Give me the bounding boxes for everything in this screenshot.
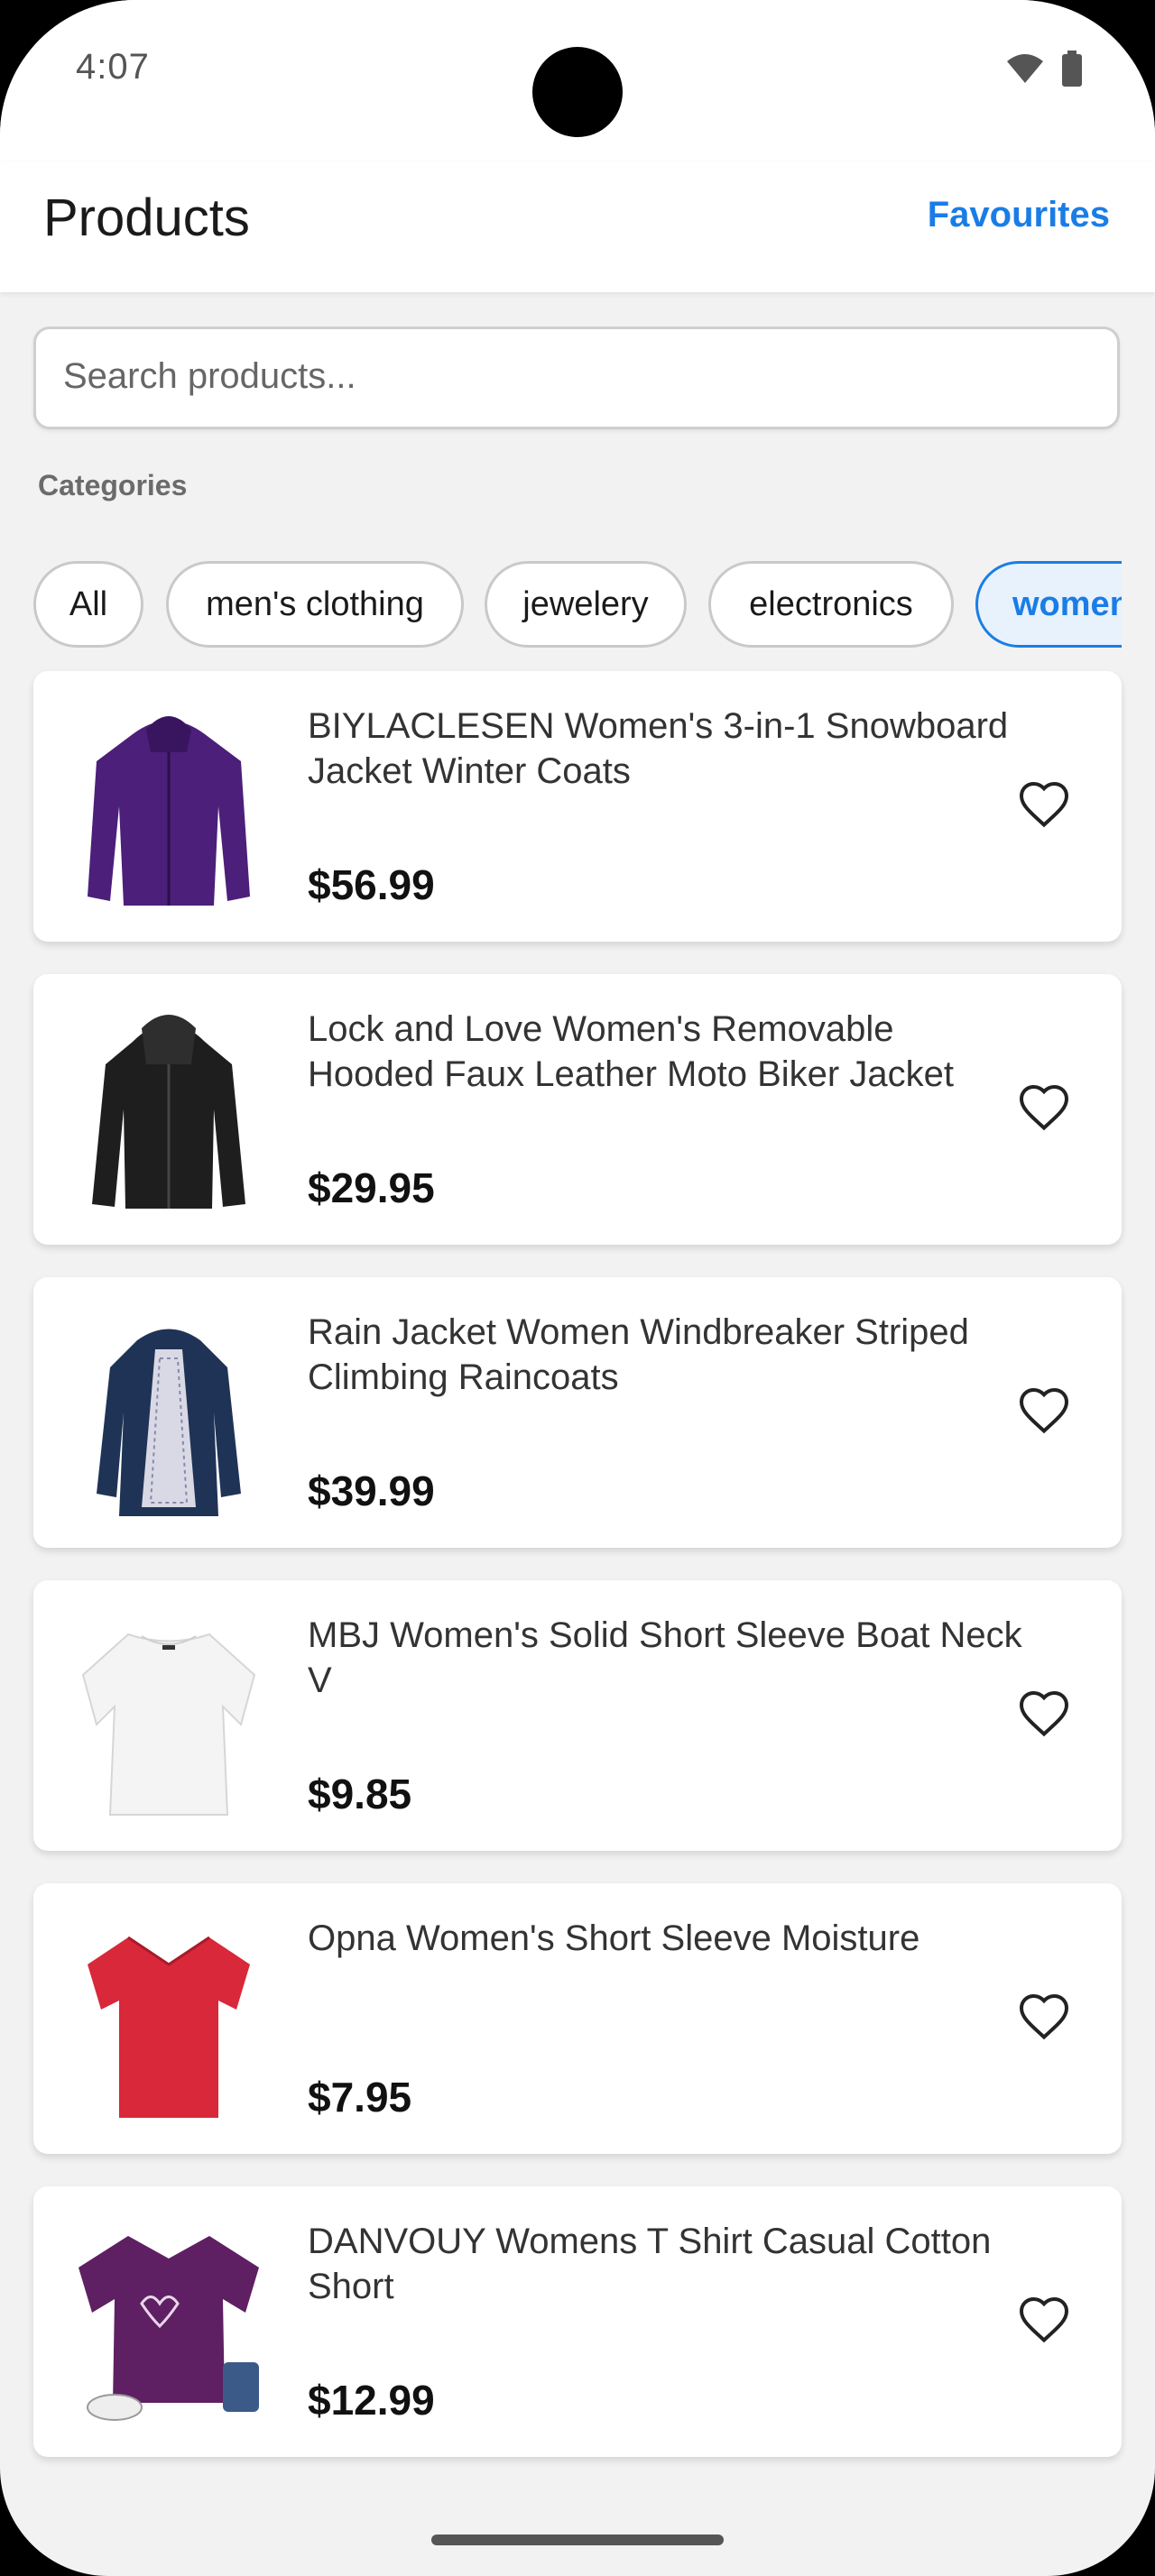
product-image — [88, 716, 250, 906]
category-chips: All men's clothing jewelery electronics … — [33, 561, 1122, 648]
product-price: $9.85 — [308, 1771, 412, 1817]
wifi-icon — [1007, 54, 1043, 83]
product-title: MBJ Women's Solid Short Sleeve Boat Neck… — [308, 1615, 1022, 1700]
page-title: Products — [43, 189, 250, 247]
product-card[interactable]: Opna Women's Short Sleeve Moisture $7.95 — [33, 1883, 1122, 2154]
app-bar: Products Favourites — [0, 162, 1155, 292]
search-input[interactable]: Search products... — [33, 327, 1120, 429]
favourite-heart-icon[interactable] — [1017, 1990, 1071, 2044]
chip-electronics[interactable]: electronics — [708, 561, 954, 648]
product-price: $29.95 — [308, 1164, 435, 1211]
favourite-heart-icon[interactable] — [1017, 1687, 1071, 1741]
chip-all[interactable]: All — [33, 561, 143, 648]
product-title: Rain Jacket Women Windbreaker Striped Cl… — [308, 1312, 969, 1397]
product-image — [81, 1633, 256, 1816]
product-card[interactable]: MBJ Women's Solid Short Sleeve Boat Neck… — [33, 1580, 1122, 1851]
product-card[interactable]: Rain Jacket Women Windbreaker Striped Cl… — [33, 1277, 1122, 1548]
product-image — [79, 2236, 259, 2421]
app-screen: 4:07 Products Favourites Search products… — [0, 0, 1155, 2576]
product-image — [97, 1329, 241, 1516]
product-price: $7.95 — [308, 2074, 412, 2121]
product-price: $56.99 — [308, 861, 435, 908]
camera-cutout — [532, 47, 623, 137]
product-card[interactable]: Lock and Love Women's Removable Hooded F… — [33, 974, 1122, 1245]
product-image — [88, 1936, 250, 2118]
product-image — [92, 1015, 245, 1209]
product-card[interactable]: DANVOUY Womens T Shirt Casual Cotton Sho… — [33, 2186, 1122, 2457]
product-title: DANVOUY Womens T Shirt Casual Cotton Sho… — [308, 2222, 992, 2306]
favourite-heart-icon[interactable] — [1017, 1384, 1071, 1438]
chip-mens-clothing[interactable]: men's clothing — [166, 561, 464, 648]
product-card[interactable]: BIYLACLESEN Women's 3-in-1 Snowboard Jac… — [33, 671, 1122, 942]
home-indicator[interactable] — [431, 2535, 724, 2545]
product-title: Opna Women's Short Sleeve Moisture — [308, 1918, 920, 1958]
product-price: $39.99 — [308, 1467, 435, 1514]
product-price: $12.99 — [308, 2377, 435, 2424]
product-title: Lock and Love Women's Removable Hooded F… — [308, 1009, 954, 1094]
status-bar: 4:07 — [0, 0, 1155, 162]
battery-icon — [1062, 51, 1082, 87]
favourite-heart-icon[interactable] — [1017, 777, 1071, 832]
system-icons — [1005, 51, 1083, 87]
chip-jewelery[interactable]: jewelery — [485, 561, 687, 648]
favourite-heart-icon[interactable] — [1017, 2293, 1071, 2347]
favourites-button[interactable]: Favourites — [928, 195, 1110, 235]
search-placeholder: Search products... — [63, 356, 356, 396]
favourite-heart-icon[interactable] — [1017, 1081, 1071, 1135]
status-time: 4:07 — [76, 47, 150, 87]
product-title: BIYLACLESEN Women's 3-in-1 Snowboard Jac… — [308, 706, 1009, 791]
categories-label: Categories — [38, 469, 188, 501]
chip-womens-clothing[interactable]: women's clothing — [975, 561, 1122, 648]
